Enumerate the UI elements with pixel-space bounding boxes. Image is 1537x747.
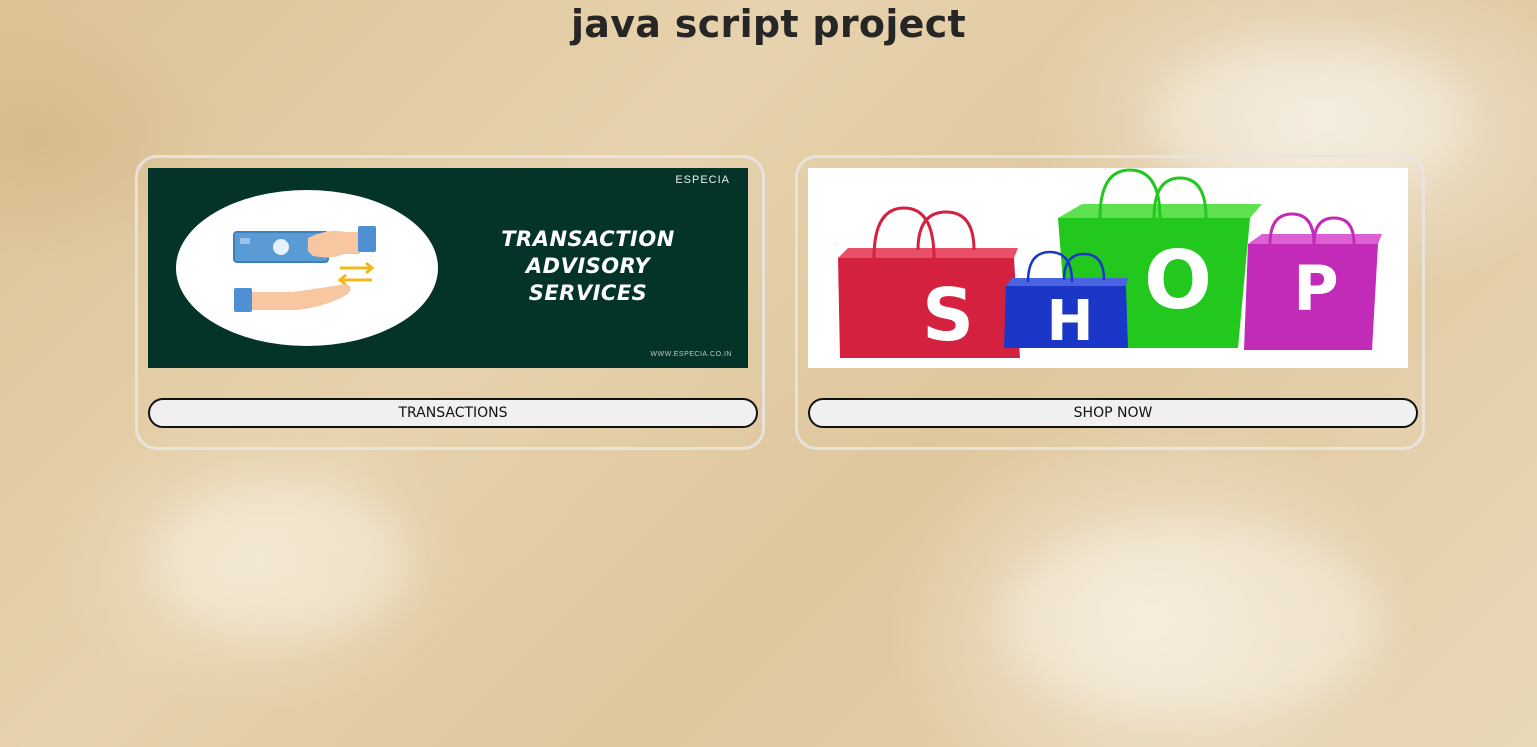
shop-card: S H O P SHOP NOW — [795, 155, 1425, 450]
especia-logo: ESPECIA — [675, 174, 730, 186]
bag-letter: O — [1144, 234, 1212, 327]
transaction-heading: TRANSACTION ADVISORY SERVICES — [448, 226, 728, 307]
bag-letter: S — [922, 273, 974, 357]
heading-line: TRANSACTION — [501, 227, 675, 251]
bag-letter: P — [1293, 252, 1338, 325]
transaction-banner: ESPECIA TRANSACTION ADVISORY SERVICES WW… — [148, 168, 748, 368]
heading-line: ADVISORY — [525, 254, 651, 278]
transaction-advisory-image: ESPECIA TRANSACTION ADVISORY SERVICES WW… — [148, 168, 748, 368]
transactions-button[interactable]: TRANSACTIONS — [148, 398, 758, 428]
shopping-bags-icon: S H O P — [838, 168, 1382, 358]
shop-now-button[interactable]: SHOP NOW — [808, 398, 1418, 428]
transactions-card: ESPECIA TRANSACTION ADVISORY SERVICES WW… — [135, 155, 765, 450]
website-text: WWW.ESPECIA.CO.IN — [650, 351, 732, 358]
bag-letter: H — [1047, 289, 1094, 354]
heading-line: SERVICES — [528, 281, 648, 305]
shop-banner: S H O P — [808, 168, 1408, 368]
shop-image: S H O P — [808, 168, 1408, 368]
page-title: java script project — [570, 2, 967, 46]
